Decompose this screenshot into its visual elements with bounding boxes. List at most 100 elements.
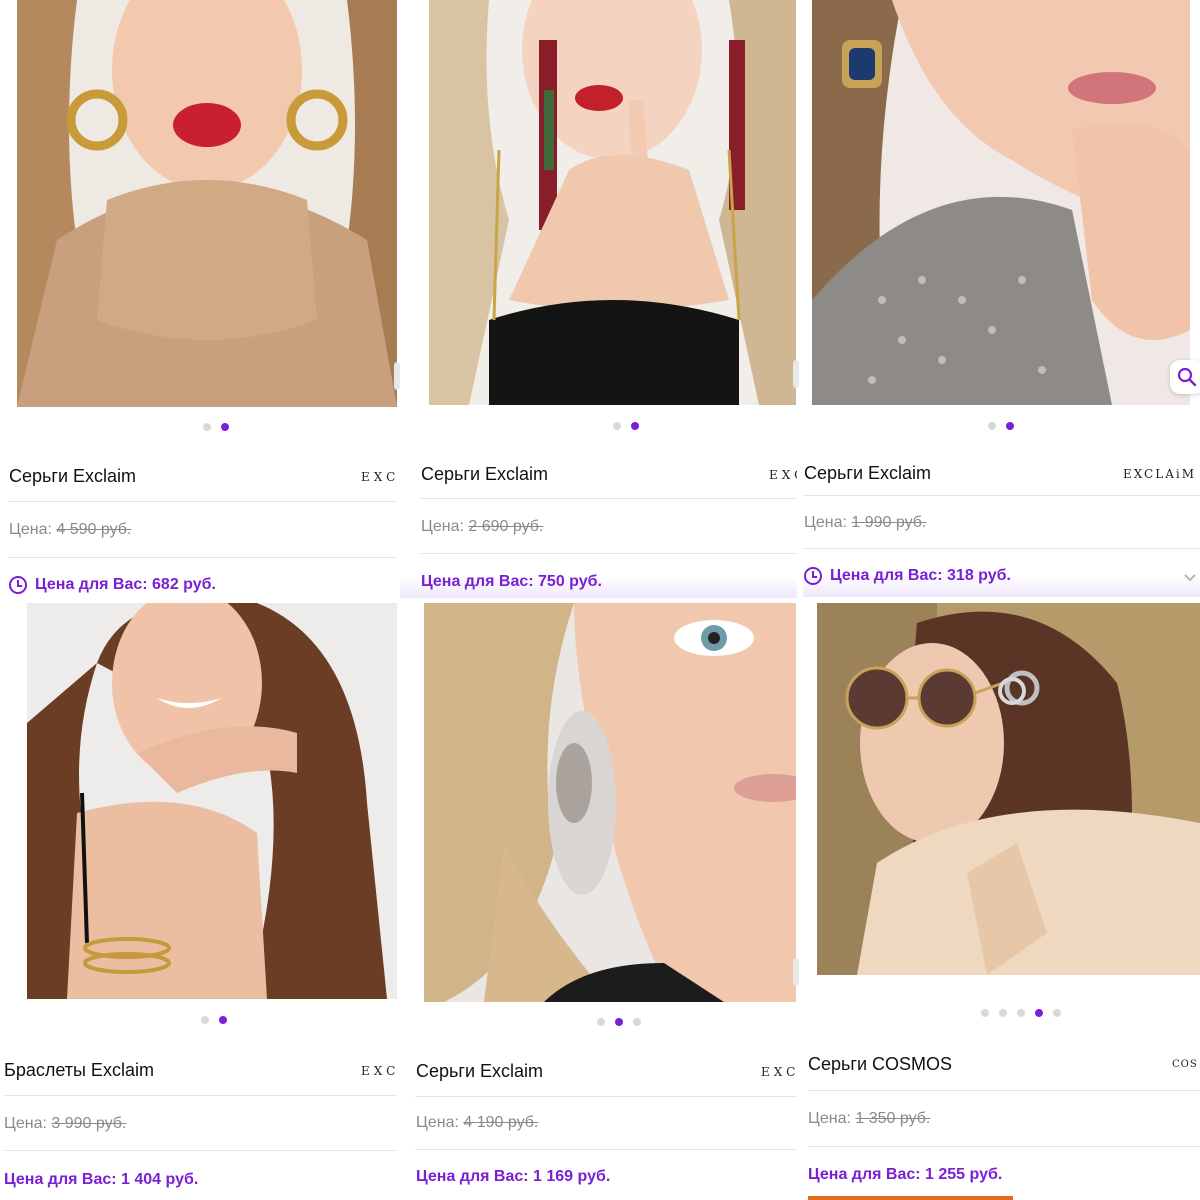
carousel-dot-active[interactable] bbox=[221, 423, 229, 431]
carousel-dot[interactable] bbox=[201, 1016, 209, 1024]
sale-price-row-3: Цена для Вас: 318 руб. bbox=[804, 567, 1011, 585]
divider bbox=[803, 495, 1200, 496]
product-header-5: Серьги Exclaim EXCL/ bbox=[416, 1061, 797, 1082]
carousel-dot[interactable] bbox=[988, 422, 996, 430]
model-image bbox=[429, 0, 796, 405]
old-price: 1 350 руб. bbox=[855, 1110, 931, 1127]
old-price: 3 990 руб. bbox=[51, 1115, 127, 1132]
divider bbox=[8, 501, 397, 502]
model-image bbox=[17, 0, 397, 407]
carousel-dots-3[interactable] bbox=[988, 422, 1014, 430]
price-row-3: Цена: 1 990 руб. bbox=[804, 514, 926, 532]
sale-price-row-6: Цена для Вас: 1 255 руб. bbox=[808, 1166, 1002, 1184]
clock-icon bbox=[9, 576, 27, 594]
price-label: Цена: bbox=[421, 518, 469, 535]
carousel-dot-active[interactable] bbox=[615, 1018, 623, 1026]
brand-logo: EXCLAiM bbox=[1122, 466, 1196, 481]
carousel-edge bbox=[793, 958, 799, 986]
sale-price-row-4: Цена для Вас: 1 404 руб. bbox=[4, 1171, 198, 1189]
carousel-dot[interactable] bbox=[613, 422, 621, 430]
price-row-6: Цена: 1 350 руб. bbox=[808, 1110, 930, 1128]
carousel-dot-active[interactable] bbox=[219, 1016, 227, 1024]
divider bbox=[420, 498, 797, 499]
chevron-down-icon[interactable] bbox=[1182, 570, 1198, 586]
carousel-dot[interactable] bbox=[597, 1018, 605, 1026]
brand-logo: EXCl bbox=[769, 467, 797, 482]
product-photo-4[interactable] bbox=[27, 603, 397, 999]
price-label: Цена: bbox=[9, 521, 57, 538]
carousel-dot[interactable] bbox=[633, 1018, 641, 1026]
carousel-dots-1[interactable] bbox=[203, 423, 229, 431]
old-price: 2 690 руб. bbox=[468, 518, 544, 535]
price-label: Цена: bbox=[808, 1110, 856, 1127]
old-price: 4 590 руб. bbox=[56, 521, 132, 538]
search-icon bbox=[1177, 367, 1197, 387]
sale-price-row-1: Цена для Вас: 682 руб. bbox=[9, 576, 216, 594]
carousel-dot-active[interactable] bbox=[1006, 422, 1014, 430]
product-photo-1[interactable] bbox=[17, 0, 397, 407]
promo-bar bbox=[808, 1196, 1013, 1200]
brand-logo: EXCL/ bbox=[761, 1064, 797, 1079]
sale-price: Цена для Вас: 1 404 руб. bbox=[4, 1171, 199, 1188]
price-label: Цена: bbox=[4, 1115, 52, 1132]
product-title[interactable]: Браслеты Exclaim bbox=[4, 1060, 154, 1081]
sale-price: Цена для Вас: 318 руб. bbox=[830, 567, 1011, 584]
price-row-2: Цена: 2 690 руб. bbox=[421, 518, 543, 536]
price-row-4: Цена: 3 990 руб. bbox=[4, 1115, 126, 1133]
product-photo-5[interactable] bbox=[424, 603, 796, 1002]
carousel-dots-6[interactable] bbox=[981, 1009, 1061, 1017]
model-image bbox=[812, 0, 1190, 405]
model-image bbox=[424, 603, 796, 1002]
price-label: Цена: bbox=[416, 1114, 464, 1131]
brand-logo: COS bbox=[1172, 1059, 1198, 1070]
divider bbox=[415, 1149, 797, 1150]
divider bbox=[4, 1150, 397, 1151]
divider bbox=[808, 1090, 1200, 1091]
product-photo-3[interactable] bbox=[812, 0, 1190, 405]
old-price: 1 990 руб. bbox=[851, 514, 927, 531]
carousel-edge bbox=[394, 362, 400, 390]
divider bbox=[420, 553, 797, 554]
product-title[interactable]: Серьги Exclaim bbox=[416, 1061, 543, 1082]
sale-price: Цена для Вас: 1 169 руб. bbox=[416, 1168, 611, 1185]
carousel-edge bbox=[793, 360, 799, 388]
product-title[interactable]: Серьги Exclaim bbox=[421, 464, 548, 485]
model-image bbox=[27, 603, 397, 999]
divider bbox=[4, 1095, 397, 1096]
carousel-dots-2[interactable] bbox=[613, 422, 639, 430]
divider bbox=[415, 1096, 797, 1097]
carousel-dots-4[interactable] bbox=[201, 1016, 227, 1024]
clock-icon bbox=[804, 567, 822, 585]
sale-price: Цена для Вас: 1 255 руб. bbox=[808, 1166, 1003, 1183]
price-row-5: Цена: 4 190 руб. bbox=[416, 1114, 538, 1132]
sale-price: Цена для Вас: 750 руб. bbox=[421, 573, 602, 590]
product-grid: Серьги Exclaim EXCL Цена: 4 590 руб. Цен… bbox=[0, 0, 1200, 1200]
brand-logo: EXCL bbox=[361, 469, 397, 484]
divider bbox=[808, 1146, 1200, 1147]
divider bbox=[803, 548, 1200, 549]
carousel-dot[interactable] bbox=[999, 1009, 1007, 1017]
product-header-2: Серьги Exclaim EXCl bbox=[421, 464, 797, 485]
carousel-dot-active[interactable] bbox=[1035, 1009, 1043, 1017]
product-header-6: Серьги COSMOS COS bbox=[808, 1054, 1200, 1075]
product-photo-2[interactable] bbox=[429, 0, 796, 405]
carousel-dots-5[interactable] bbox=[597, 1018, 641, 1026]
search-button[interactable] bbox=[1170, 360, 1200, 394]
carousel-dot[interactable] bbox=[203, 423, 211, 431]
product-title[interactable]: Серьги Exclaim bbox=[9, 466, 136, 487]
product-photo-6[interactable] bbox=[817, 603, 1200, 975]
carousel-dot-active[interactable] bbox=[631, 422, 639, 430]
product-header-1: Серьги Exclaim EXCL bbox=[9, 466, 397, 487]
price-row-1: Цена: 4 590 руб. bbox=[9, 521, 131, 539]
model-image bbox=[817, 603, 1200, 975]
sale-price-row-2: Цена для Вас: 750 руб. bbox=[421, 573, 602, 591]
carousel-dot[interactable] bbox=[981, 1009, 989, 1017]
divider bbox=[8, 557, 397, 558]
product-title[interactable]: Серьги COSMOS bbox=[808, 1054, 952, 1075]
carousel-dot[interactable] bbox=[1053, 1009, 1061, 1017]
brand-logo: EXCL bbox=[361, 1063, 397, 1078]
price-label: Цена: bbox=[804, 514, 852, 531]
sale-price-row-5: Цена для Вас: 1 169 руб. bbox=[416, 1168, 610, 1186]
carousel-dot[interactable] bbox=[1017, 1009, 1025, 1017]
product-title[interactable]: Серьги Exclaim bbox=[804, 463, 931, 484]
